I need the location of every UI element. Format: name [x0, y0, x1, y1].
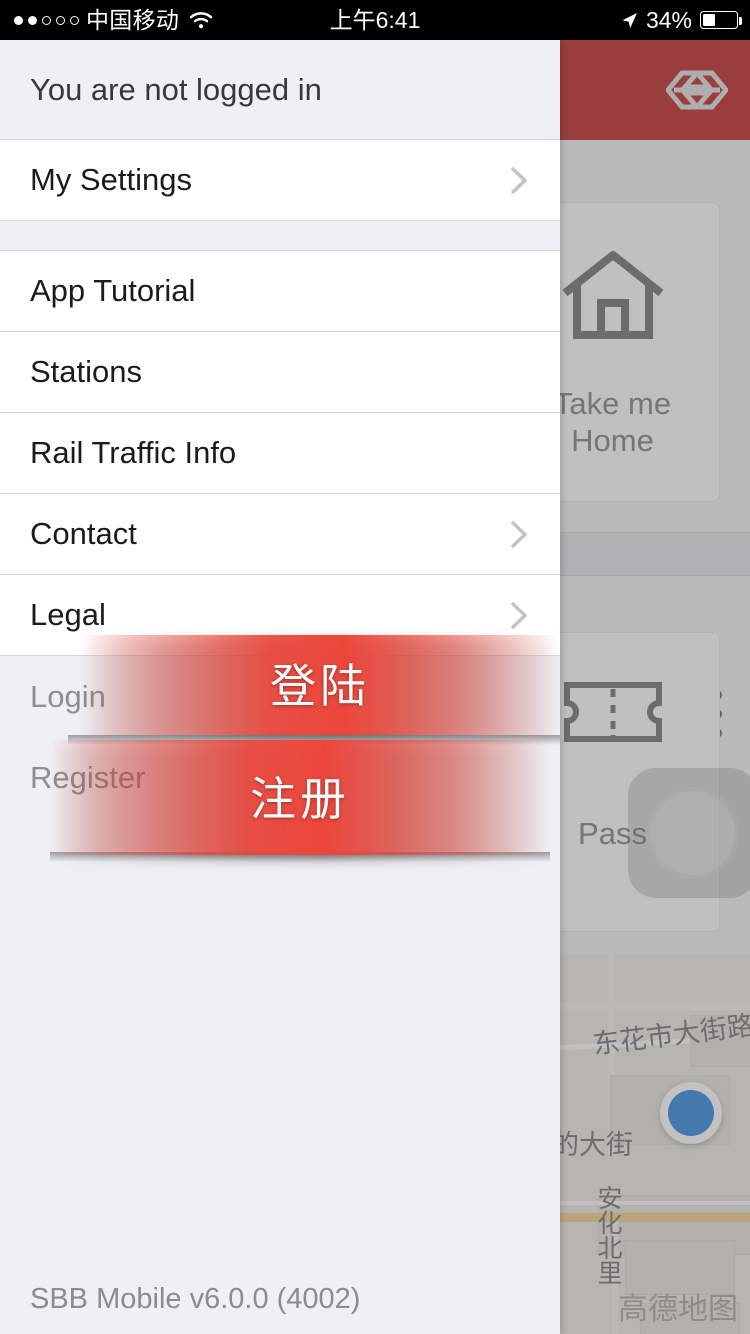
sidebar-item-label: My Settings	[30, 162, 192, 197]
account-status-row[interactable]: You are not logged in	[0, 40, 560, 140]
register-annotation-text: 注册	[250, 772, 350, 825]
sidebar-item-label: Legal	[30, 597, 106, 632]
drawer-primary-group: My Settings	[0, 140, 560, 221]
battery-icon	[700, 11, 742, 29]
location-arrow-icon	[622, 12, 637, 28]
sidebar-item-my-settings[interactable]: My Settings	[0, 140, 560, 221]
sidebar-item-app-tutorial[interactable]: App Tutorial	[0, 251, 560, 332]
drawer-secondary-group: App Tutorial Stations Rail Traffic Info …	[0, 251, 560, 656]
section-divider-band	[560, 532, 750, 576]
sidebar-item-rail-traffic-info[interactable]: Rail Traffic Info	[0, 413, 560, 494]
login-annotation-banner: 登陆	[80, 635, 560, 735]
chevron-right-icon	[511, 167, 527, 194]
sidebar-item-label: Contact	[30, 516, 137, 551]
sidebar-item-stations[interactable]: Stations	[0, 332, 560, 413]
status-bar-right: 34%	[621, 0, 742, 40]
battery-percentage: 34%	[645, 7, 692, 33]
ticket-icon	[560, 677, 719, 747]
street-label-2: 的大街	[560, 1130, 633, 1160]
account-status-text: You are not logged in	[30, 71, 322, 107]
map-watermark: 高德地图	[618, 1293, 738, 1326]
street-label-3: 安化北里	[594, 1185, 622, 1285]
app-version-footer: SBB Mobile v6.0.0 (4002)	[30, 1283, 361, 1315]
sidebar-item-label: Stations	[30, 354, 143, 389]
house-icon	[560, 247, 719, 343]
status-bar: 中国移动 上午6:41 34%	[0, 0, 750, 40]
background-app: Take me Home Pass 东花市大街路 的大街 安化北里 高德地图	[560, 40, 750, 1334]
login-annotation-text: 登陆	[270, 660, 370, 712]
app-header	[560, 40, 750, 140]
take-me-home-label: Take me Home	[560, 386, 672, 458]
current-location-marker	[660, 1082, 722, 1144]
sbb-double-arrow-logo	[666, 70, 728, 110]
chevron-right-icon	[511, 521, 527, 548]
sidebar-item-label: App Tutorial	[30, 273, 196, 308]
register-annotation-banner: 注册	[50, 740, 550, 855]
take-me-home-card[interactable]: Take me Home	[560, 202, 720, 502]
drawer-group-separator	[0, 221, 560, 251]
sidebar-item-label: Rail Traffic Info	[30, 435, 237, 470]
sidebar-item-contact[interactable]: Contact	[0, 494, 560, 575]
phone-screen: Take me Home Pass 东花市大街路 的大街 安化北里 高德地图 Y…	[0, 0, 750, 1334]
map-view[interactable]: 东花市大街路 的大街 安化北里 高德地图	[560, 955, 750, 1334]
chevron-right-icon	[511, 602, 527, 629]
background-app-clip: Take me Home Pass 东花市大街路 的大街 安化北里 高德地图	[560, 40, 750, 1334]
round-capture-button[interactable]	[628, 768, 750, 898]
